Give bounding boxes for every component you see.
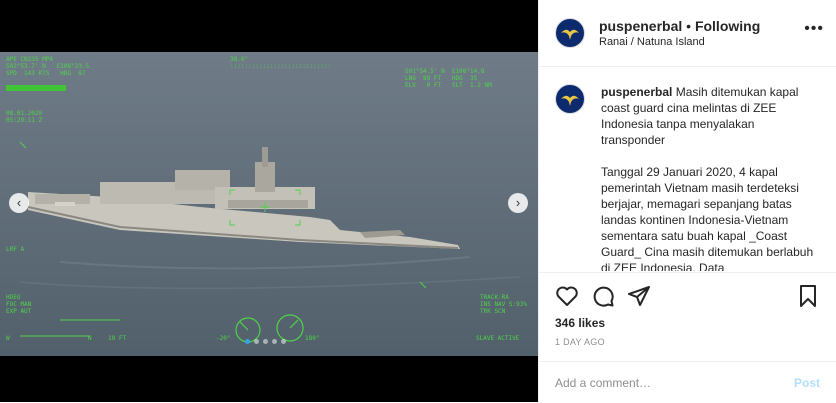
post-media: APE CN235 MPA S02°53.7' N E108°23.5 SPD …: [0, 0, 538, 402]
slide-dot: [254, 339, 259, 344]
bookmark-icon[interactable]: [796, 284, 820, 308]
header-separator: •: [682, 18, 695, 34]
slide-dot: [281, 339, 286, 344]
hud-top-left: APE CN235 MPA S02°53.7' N E108°23.5 SPD …: [6, 56, 90, 77]
hud-bottom-left: HDEO FOC MAN EXP AUT: [6, 294, 32, 315]
prev-slide-button[interactable]: ‹: [9, 193, 29, 213]
slide-dot: [245, 339, 250, 344]
slide-indicator: [245, 339, 286, 344]
hud-ft-label: 19 FT: [108, 335, 127, 342]
post-actions: 346 likes 1 DAY AGO Add a comment… Post: [539, 272, 836, 403]
hud-bottom-right2: SLAVE ACTIVE: [476, 335, 520, 342]
share-icon[interactable]: [627, 284, 651, 308]
caption-avatar[interactable]: [555, 84, 585, 114]
hud-top-center: 38.6° ::::::::::::::::::::::::::::: [230, 56, 332, 70]
header-username[interactable]: puspenerbal: [599, 18, 682, 34]
caption-username[interactable]: puspenerbal: [601, 85, 672, 99]
eagle-logo-icon: [559, 88, 581, 110]
comment-icon[interactable]: [591, 284, 615, 308]
post-comment-button[interactable]: Post: [794, 376, 820, 390]
comment-input[interactable]: Add a comment…: [555, 376, 794, 390]
surveillance-photo: APE CN235 MPA S02°53.7' N E108°23.5 SPD …: [0, 52, 538, 356]
post-timestamp[interactable]: 1 DAY AGO: [555, 337, 605, 347]
hud-angle-right: 180°: [305, 335, 320, 342]
hud-date: 08.01.2020 05:29:11 Z: [6, 110, 43, 124]
eagle-logo-icon: [559, 22, 581, 44]
header-user-line: puspenerbal • Following: [599, 18, 760, 34]
hud-w-label: W: [6, 335, 10, 342]
heart-icon[interactable]: [555, 284, 579, 308]
caption-body: Tanggal 29 Januari 2020, 4 kapal pemerin…: [601, 165, 814, 271]
hud-lrf: LRF A: [6, 246, 25, 253]
more-options-icon[interactable]: •••: [804, 20, 824, 38]
post-sidebar: puspenerbal • Following Ranai / Natuna I…: [538, 0, 836, 402]
caption-area: puspenerbal Masih ditemukan kapal coast …: [539, 68, 836, 271]
location-link[interactable]: Ranai / Natuna Island: [599, 36, 760, 48]
hud-n-label: N: [88, 335, 92, 342]
caption-text: puspenerbal Masih ditemukan kapal coast …: [601, 84, 820, 271]
ship-image: [0, 52, 538, 356]
slide-dot: [272, 339, 277, 344]
hud-top-right: S01°54.5' N E108°14.8 LNG 89 FT HDG 35 E…: [405, 68, 492, 89]
hud-bottom-right: TRACK:RA INS NAV S:93% TRK SCN: [480, 294, 527, 315]
likes-count[interactable]: 346 likes: [555, 316, 605, 330]
hud-angle-left: -20°: [216, 335, 231, 342]
action-icons: [555, 284, 820, 308]
post-header: puspenerbal • Following Ranai / Natuna I…: [539, 0, 836, 67]
slide-dot: [263, 339, 268, 344]
follow-status-button[interactable]: Following: [695, 18, 760, 34]
next-slide-button[interactable]: ›: [508, 193, 528, 213]
comment-bar: Add a comment… Post: [539, 361, 836, 403]
avatar[interactable]: [555, 18, 585, 48]
